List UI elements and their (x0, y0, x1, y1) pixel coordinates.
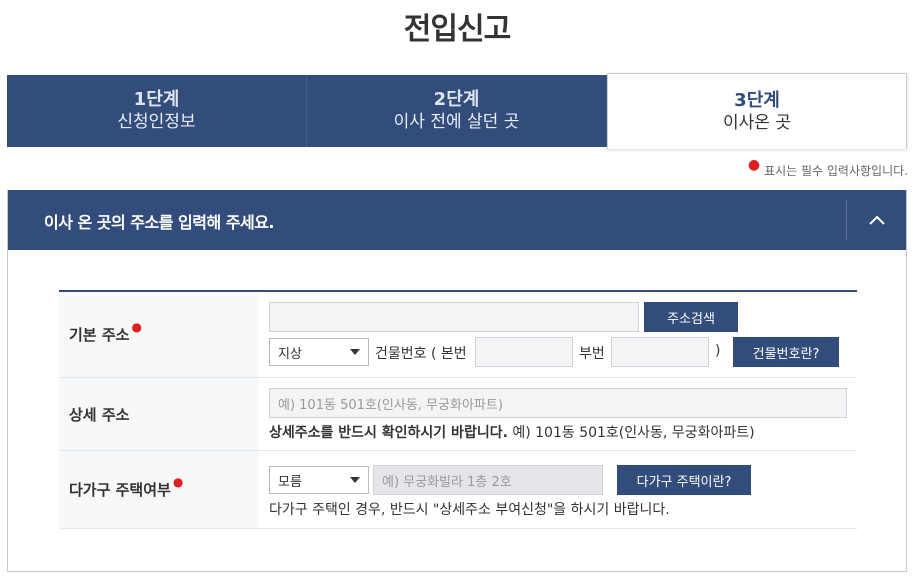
address-search-button[interactable]: 주소검색 (644, 302, 738, 332)
multi-house-select-value: 모름 (278, 474, 302, 490)
detail-address-field: 예) 101동 501호(인사동, 무궁화아파트) 상세주소를 반드시 확인하시… (259, 378, 857, 450)
multi-house-select[interactable]: 모름 (269, 466, 369, 494)
basic-address-label-text: 기본 주소 (69, 326, 130, 344)
step-2-name: 이사 전에 살던 곳 (393, 112, 520, 132)
basic-address-row: 기본 주소 ● 주소검색 지상 건물번호 ( 본번 부번 ) 건물번호란? (59, 292, 857, 378)
multi-house-field: 모름 예) 무궁화빌라 1층 2호 다가구 주택이란? 다가구 주택인 경우, … (259, 451, 857, 528)
sub-number-label: 부번 (579, 346, 605, 362)
step-1-number: 1단계 (133, 89, 180, 110)
multi-house-note: 다가구 주택인 경우, 반드시 "상세주소 부여신청"을 하시기 바랍니다. (269, 502, 670, 518)
section-header: 이사 온 곳의 주소를 입력해 주세요. (8, 190, 906, 250)
detail-address-note: 상세주소를 반드시 확인하시기 바랍니다. 예) 101동 501호(인사동, … (269, 422, 755, 442)
basic-address-label: 기본 주소 ● (59, 292, 259, 377)
required-dot-icon: ● (172, 474, 184, 489)
ground-type-value: 지상 (278, 346, 302, 362)
basic-address-field: 주소검색 지상 건물번호 ( 본번 부번 ) 건물번호란? (259, 292, 857, 377)
multi-house-label-text: 다가구 주택여부 (69, 481, 171, 499)
step-3-number: 3단계 (734, 89, 780, 111)
multi-house-label: 다가구 주택여부 ● (59, 451, 259, 528)
unit-detail-input[interactable]: 예) 무궁화빌라 1층 2호 (373, 465, 603, 495)
sub-number-input[interactable] (611, 337, 709, 367)
building-number-help-button[interactable]: 건물번호란? (733, 337, 839, 367)
step-3-name: 이사온 곳 (723, 112, 791, 133)
address-form: 기본 주소 ● 주소검색 지상 건물번호 ( 본번 부번 ) 건물번호란? 상세 … (59, 290, 857, 529)
close-paren: ) (715, 343, 721, 359)
step-tabs: 1단계 신청인정보 2단계 이사 전에 살던 곳 3단계 이사온 곳 (7, 73, 907, 149)
detail-address-note-example: 예) 101동 501호(인사동, 무궁화아파트) (507, 425, 755, 441)
required-note-text: 표시는 필수 입력사항입니다. (764, 164, 908, 178)
collapse-toggle-button[interactable] (846, 200, 906, 240)
chevron-up-icon (868, 215, 885, 225)
multi-house-help-button[interactable]: 다가구 주택이란? (617, 465, 751, 495)
address-section: 이사 온 곳의 주소를 입력해 주세요. 기본 주소 ● 주소검색 지상 건물번호… (7, 190, 907, 572)
section-title: 이사 온 곳의 주소를 입력해 주세요. (44, 213, 275, 232)
required-dot-icon: ● (131, 319, 142, 334)
main-number-input[interactable] (475, 337, 573, 367)
step-2-tab[interactable]: 2단계 이사 전에 살던 곳 (307, 75, 607, 147)
detail-address-input[interactable]: 예) 101동 501호(인사동, 무궁화아파트) (269, 388, 847, 418)
chevron-down-icon (350, 349, 360, 355)
step-1-name: 신청인정보 (117, 112, 196, 132)
building-number-label: 건물번호 ( 본번 (375, 346, 467, 362)
detail-address-label: 상세 주소 (59, 378, 259, 450)
ground-type-select[interactable]: 지상 (269, 338, 369, 366)
step-2-number: 2단계 (433, 89, 480, 110)
step-1-tab[interactable]: 1단계 신청인정보 (7, 75, 307, 147)
detail-address-note-bold: 상세주소를 반드시 확인하시기 바랍니다. (269, 425, 508, 441)
required-note: ● 표시는 필수 입력사항입니다. (748, 157, 908, 179)
detail-address-row: 상세 주소 예) 101동 501호(인사동, 무궁화아파트) 상세주소를 반드… (59, 378, 857, 451)
page-title: 전입신고 (403, 12, 511, 47)
step-3-tab[interactable]: 3단계 이사온 곳 (607, 73, 907, 149)
address-input[interactable] (269, 302, 639, 332)
chevron-down-icon (350, 477, 360, 483)
multi-house-row: 다가구 주택여부 ● 모름 예) 무궁화빌라 1층 2호 다가구 주택이란? 다가… (59, 451, 857, 529)
required-dot-icon: ● (747, 157, 761, 173)
